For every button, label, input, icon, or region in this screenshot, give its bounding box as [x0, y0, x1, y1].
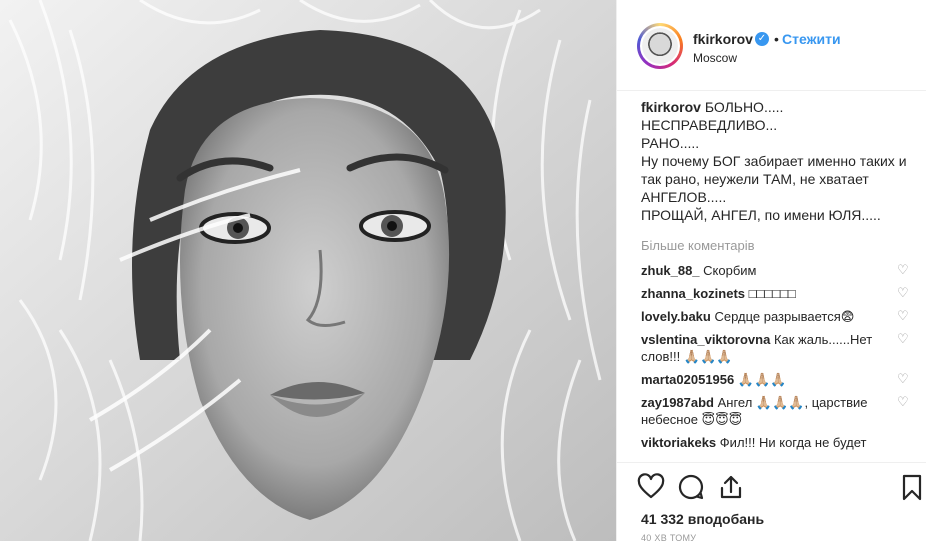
post-photo[interactable] [0, 0, 616, 541]
comment-bubble-icon[interactable] [677, 473, 705, 501]
comment-like-heart-icon[interactable]: ♡ [897, 372, 911, 386]
post-timestamp: 40 ХВ ТОМУ [641, 533, 697, 541]
comments-list[interactable]: fkirkorov БОЛЬНО..... НЕСПРАВЕДЛИВО... Р… [617, 92, 926, 462]
portrait-photo [0, 0, 616, 541]
comment-text: Фил!!! Ни когда не будет [719, 435, 867, 450]
heart-outline-icon[interactable] [637, 473, 665, 501]
caption-line: НЕСПРАВЕДЛИВО... [641, 117, 778, 133]
caption-line: РАНО..... [641, 135, 700, 151]
comment-item: zay1987abd Ангел 🙏🏼🙏🏼🙏🏼, царствие небесн… [641, 394, 911, 428]
bookmark-icon[interactable] [901, 473, 923, 501]
comment-item: marta02051956 🙏🏼🙏🏼🙏🏼 ♡ [641, 371, 911, 388]
post-location[interactable]: Moscow [693, 51, 737, 65]
avatar-image [642, 28, 678, 64]
caption-line: так рано, неужели ТАМ, не хватает [641, 171, 869, 187]
comment-username[interactable]: zhuk_88_ [641, 263, 700, 278]
comment-username[interactable]: marta02051956 [641, 372, 734, 387]
follow-separator: • [774, 31, 779, 47]
comment-like-heart-icon[interactable]: ♡ [897, 395, 911, 409]
load-more-comments[interactable]: Більше коментарів [641, 238, 911, 253]
likes-count[interactable]: 41 332 вподобань [641, 511, 764, 527]
post-action-bar: 41 332 вподобань 40 ХВ ТОМУ [617, 462, 926, 541]
follow-button[interactable]: Стежити [782, 31, 841, 47]
share-upload-icon[interactable] [717, 473, 745, 501]
post-caption: fkirkorov БОЛЬНО..... НЕСПРАВЕДЛИВО... Р… [641, 98, 911, 224]
comment-username[interactable]: zhanna_kozinets [641, 286, 745, 301]
post-header: fkirkorov ✓ • Стежити Moscow [617, 0, 926, 91]
comment-username[interactable]: vslentina_viktorovna [641, 332, 770, 347]
comment-like-heart-icon[interactable]: ♡ [897, 332, 911, 346]
comment-like-heart-icon[interactable]: ♡ [897, 286, 911, 300]
header-username[interactable]: fkirkorov [693, 31, 753, 47]
verified-badge-icon: ✓ [755, 32, 769, 46]
comment-username[interactable]: zay1987abd [641, 395, 714, 410]
avatar-story-ring[interactable] [637, 23, 683, 69]
comment-username[interactable]: viktoriakeks [641, 435, 716, 450]
comment-username[interactable]: lovely.baku [641, 309, 711, 324]
comment-item: lovely.baku Сердце разрывается😨 ♡ [641, 308, 911, 325]
comment-item: viktoriakeks Фил!!! Ни когда не будет [641, 434, 911, 451]
comment-text: Скорбим [703, 263, 757, 278]
comment-item: vslentina_viktorovna Как жаль......Нет с… [641, 331, 911, 365]
caption-line: Ну почему БОГ забирает именно таких и [641, 153, 907, 169]
comment-text: Сердце разрывается😨 [714, 309, 855, 324]
caption-line: ПРОЩАЙ, АНГЕЛ, по имени ЮЛЯ..... [641, 207, 881, 223]
caption-line: БОЛЬНО..... [704, 99, 784, 115]
comment-text: 🙏🏼🙏🏼🙏🏼 [737, 372, 787, 387]
avatar[interactable] [640, 26, 680, 66]
caption-username[interactable]: fkirkorov [641, 99, 701, 115]
comment-item: zhanna_kozinets □□□□□□ ♡ [641, 285, 911, 302]
comment-like-heart-icon[interactable]: ♡ [897, 263, 911, 277]
comment-like-heart-icon[interactable]: ♡ [897, 309, 911, 323]
comment-item: zhuk_88_ Скорбим ♡ [641, 262, 911, 279]
caption-line: АНГЕЛОВ..... [641, 189, 727, 205]
post-side-panel: fkirkorov ✓ • Стежити Moscow fkirkorov Б… [616, 0, 926, 541]
comment-text: □□□□□□ [748, 286, 796, 301]
